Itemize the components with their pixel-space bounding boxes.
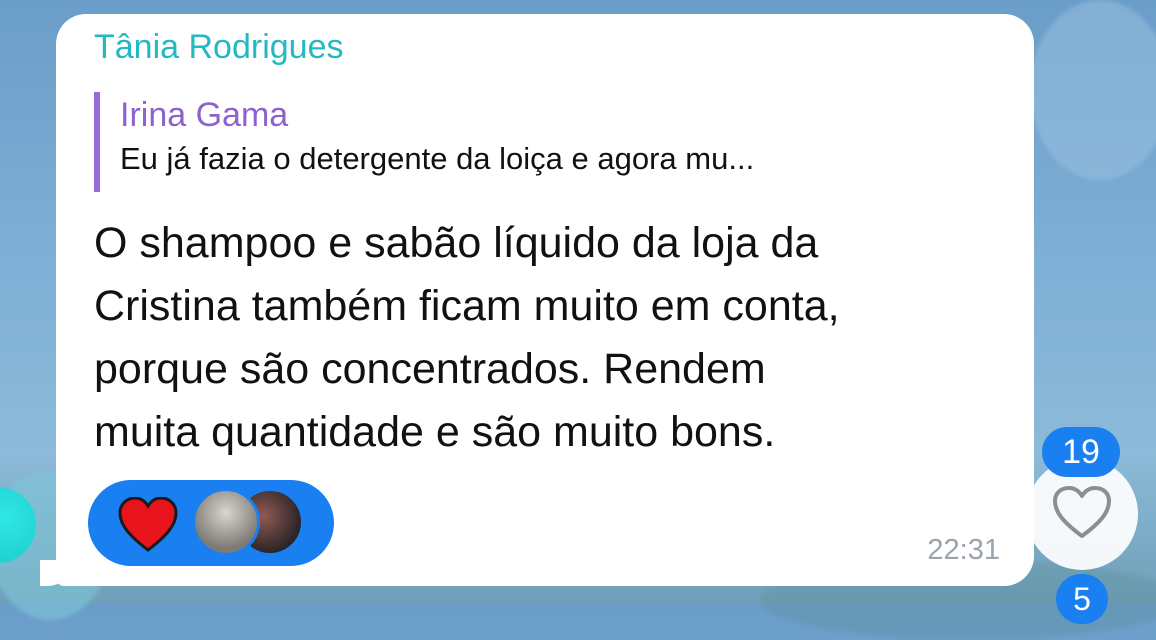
message-line: Cristina também ficam muito em conta,: [94, 282, 840, 330]
message-text: O shampoo e sabão líquido da loja da Cri…: [94, 212, 1014, 464]
heart-outline-icon: [1053, 486, 1111, 538]
message-line: O shampoo e sabão líquido da loja da: [94, 219, 819, 267]
unread-count-badge[interactable]: 19: [1042, 427, 1120, 477]
reply-quote[interactable]: Irina Gama Eu já fazia o detergente da l…: [94, 92, 994, 192]
reply-snippet: Eu já fazia o detergente da loiça e agor…: [120, 141, 755, 176]
message-time: 22:31: [927, 534, 1000, 566]
mention-count-badge[interactable]: 5: [1056, 574, 1108, 624]
message-line: porque são concentrados. Rendem: [94, 345, 766, 393]
reply-author: Irina Gama: [120, 96, 289, 134]
sender-name[interactable]: Tânia Rodrigues: [94, 28, 343, 67]
message-line: muita quantidade e são muito bons.: [94, 408, 776, 456]
red-heart-icon: [118, 497, 178, 552]
reaction-pill[interactable]: [88, 480, 334, 566]
reactor-avatar: [192, 488, 260, 556]
message-bubble[interactable]: Tânia Rodrigues Irina Gama Eu já fazia o…: [56, 14, 1034, 586]
background-blob: [1030, 0, 1156, 180]
